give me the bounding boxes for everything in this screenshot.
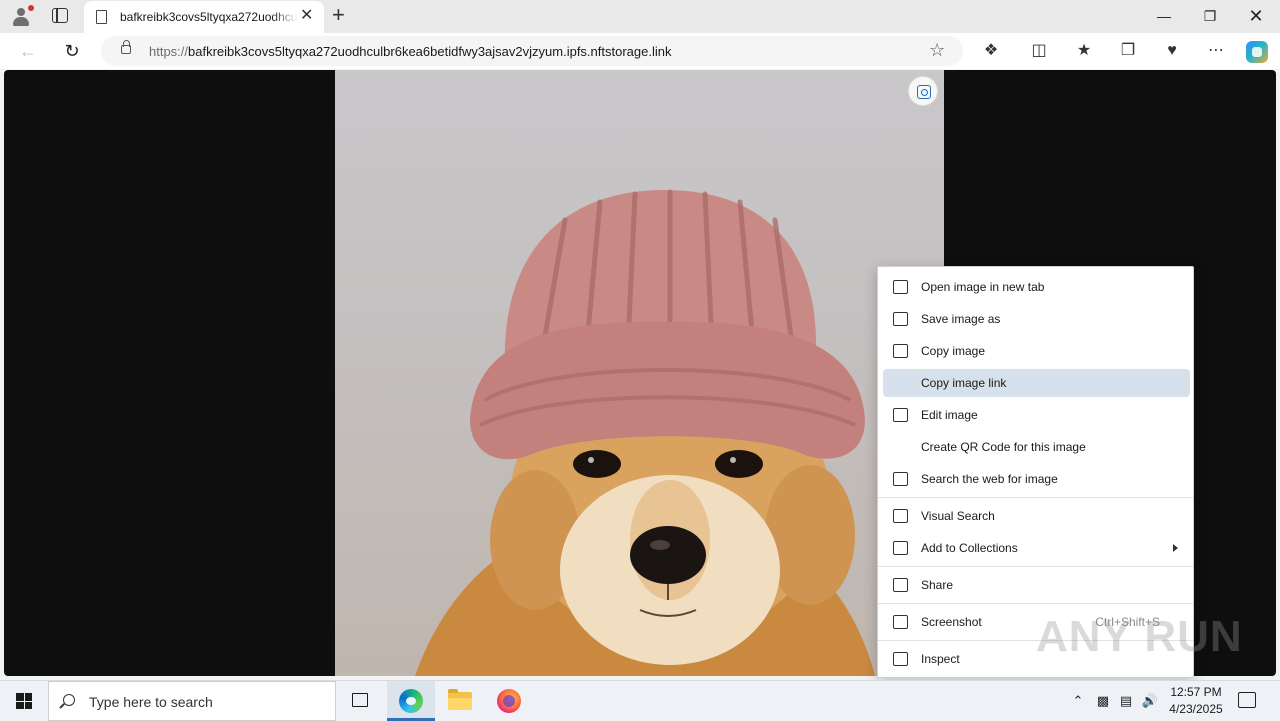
menu-item-add-to-collections[interactable]: Add to Collections <box>883 534 1190 562</box>
open-new-tab-icon <box>893 280 908 294</box>
task-view-icon <box>352 693 368 707</box>
edge-icon <box>399 689 423 713</box>
split-screen-icon[interactable]: ◫ <box>1028 40 1050 62</box>
favorite-star-icon[interactable]: ☆ <box>929 40 945 61</box>
menu-item-search-web-for-image[interactable]: Search the web for image <box>883 465 1190 493</box>
visual-search-icon <box>893 509 908 523</box>
menu-label: Share <box>921 578 954 592</box>
network-icon[interactable]: ▤ <box>1116 681 1136 721</box>
new-tab-button[interactable]: + <box>332 4 345 26</box>
menu-label: Copy image <box>921 344 986 358</box>
shiba-dog-in-pink-hat-image[interactable] <box>335 70 944 676</box>
more-options-icon[interactable]: ⋯ <box>1205 40 1227 62</box>
menu-item-copy-image[interactable]: Copy image <box>883 337 1190 365</box>
taskbar-firefox[interactable] <box>485 681 533 721</box>
taskbar-search-box[interactable]: Type here to search <box>48 681 336 721</box>
save-image-icon <box>893 312 908 326</box>
menu-label: Inspect <box>921 652 960 666</box>
system-clock[interactable]: 12:57 PM 4/23/2025 <box>1156 684 1236 718</box>
taskbar-edge[interactable] <box>387 681 435 721</box>
edit-image-icon <box>893 408 908 422</box>
taskbar-file-explorer[interactable] <box>436 681 484 721</box>
device-icon[interactable]: ▩ <box>1093 681 1113 721</box>
address-bar[interactable]: https://bafkreibk3covs5ltyqxa272uodhculb… <box>101 36 963 66</box>
close-window-button[interactable]: ✕ <box>1233 0 1279 33</box>
show-hidden-icons-chevron-icon[interactable]: ⌃ <box>1068 681 1088 721</box>
menu-label: Visual Search <box>921 509 995 523</box>
url-text[interactable]: https://bafkreibk3covs5ltyqxa272uodhculb… <box>149 44 671 59</box>
favorites-icon[interactable]: ★ <box>1073 40 1095 62</box>
lock-icon[interactable] <box>121 40 131 54</box>
menu-item-create-qr-code[interactable]: Create QR Code for this image <box>883 433 1190 461</box>
close-tab-icon[interactable]: ✕ <box>300 8 313 24</box>
menu-item-share[interactable]: Share <box>883 571 1190 599</box>
anyrun-watermark: ANY RUN <box>1036 612 1243 661</box>
share-icon <box>893 578 908 592</box>
menu-label: Screenshot <box>921 615 982 629</box>
menu-label: Copy image link <box>921 376 1007 390</box>
windows-logo-icon <box>16 693 32 709</box>
browser-toolbar: ← ↻ https://bafkreibk3covs5ltyqxa272uodh… <box>0 33 1280 69</box>
menu-label: Create QR Code for this image <box>921 440 1086 454</box>
profile-avatar-icon[interactable] <box>10 5 34 27</box>
inspect-icon <box>893 652 908 666</box>
search-icon <box>63 694 75 706</box>
visual-search-button[interactable] <box>908 76 938 106</box>
browser-essentials-icon[interactable]: ♥ <box>1161 40 1183 62</box>
active-tab[interactable]: bafkreibk3covs5ltyqxa272uodhcu ✕ <box>84 1 324 33</box>
notifications-icon[interactable] <box>1238 692 1256 708</box>
menu-item-edit-image[interactable]: Edit image <box>883 401 1190 429</box>
clock-time: 12:57 PM <box>1170 685 1222 699</box>
menu-label: Search the web for image <box>921 472 1058 486</box>
back-arrow-icon[interactable]: ← <box>16 39 40 63</box>
menu-divider <box>878 566 1193 567</box>
task-view-button[interactable] <box>336 681 384 721</box>
taskbar: Type here to search ⌃ ▩ ▤ 🔊 12:57 PM 4/2… <box>0 680 1280 721</box>
page-icon <box>96 10 107 24</box>
file-explorer-icon <box>448 689 472 710</box>
firefox-icon <box>497 689 521 713</box>
collections-icon[interactable]: ❐ <box>1117 40 1139 62</box>
tab-actions-icon[interactable] <box>52 8 68 23</box>
restore-button[interactable]: ❐ <box>1187 0 1233 33</box>
search-web-icon <box>893 472 908 486</box>
copy-image-icon <box>893 344 908 358</box>
submenu-arrow-icon <box>1173 544 1178 552</box>
clock-date: 4/23/2025 <box>1169 702 1223 716</box>
menu-label: Edit image <box>921 408 978 422</box>
menu-item-save-image-as[interactable]: Save image as <box>883 305 1190 333</box>
menu-item-visual-search[interactable]: Visual Search <box>883 502 1190 530</box>
menu-divider <box>878 603 1193 604</box>
menu-item-copy-image-link[interactable]: Copy image link <box>883 369 1190 397</box>
dog-photo-illustration <box>415 189 875 676</box>
collections-icon <box>893 541 908 555</box>
title-bar: bafkreibk3covs5ltyqxa272uodhcu ✕ + — ❐ ✕ <box>0 0 1280 33</box>
extensions-icon[interactable]: ❖ <box>980 40 1002 62</box>
refresh-icon[interactable]: ↻ <box>60 39 84 63</box>
menu-item-open-image-new-tab[interactable]: Open image in new tab <box>883 273 1190 301</box>
menu-label: Save image as <box>921 312 1001 326</box>
tab-title: bafkreibk3covs5ltyqxa272uodhcu <box>120 10 298 24</box>
menu-label: Open image in new tab <box>921 280 1045 294</box>
copilot-icon[interactable] <box>1246 41 1268 63</box>
screenshot-icon <box>893 615 908 629</box>
menu-label: Add to Collections <box>921 541 1018 555</box>
start-button[interactable] <box>0 681 48 721</box>
minimize-button[interactable]: — <box>1141 0 1187 33</box>
menu-divider <box>878 497 1193 498</box>
search-placeholder: Type here to search <box>89 694 213 710</box>
